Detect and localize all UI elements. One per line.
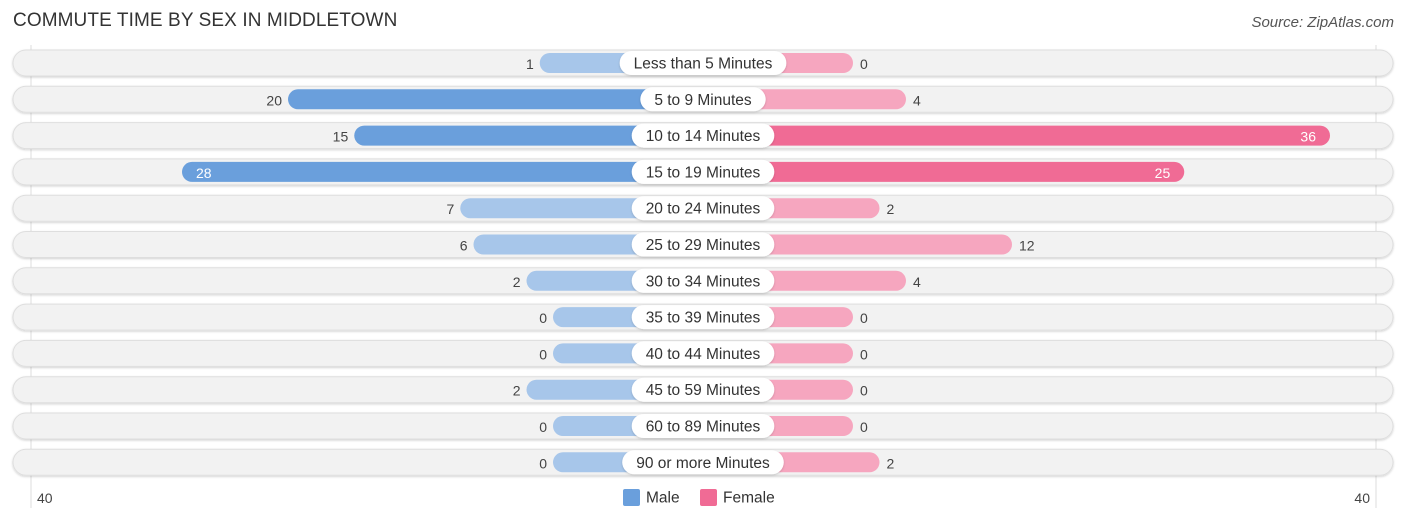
category-label: 25 to 29 Minutes	[646, 237, 761, 254]
row-11: 0 2 90 or more Minutes	[12, 448, 1394, 476]
female-value-label: 4	[913, 274, 921, 290]
male-value-label: 15	[333, 129, 349, 145]
category-label: 20 to 24 Minutes	[646, 201, 761, 218]
female-value-label: 0	[860, 310, 868, 326]
row-3: 28 25 15 to 19 Minutes	[12, 158, 1394, 186]
legend: Male Female	[623, 489, 775, 507]
row-9: 2 0 45 to 59 Minutes	[12, 376, 1394, 404]
category-label: 10 to 14 Minutes	[646, 128, 761, 145]
category-label: 40 to 44 Minutes	[646, 346, 761, 363]
row-10: 0 0 60 to 89 Minutes	[12, 412, 1394, 440]
category-label: Less than 5 Minutes	[634, 56, 773, 73]
row-5: 6 12 25 to 29 Minutes	[12, 231, 1394, 258]
female-value-label: 0	[860, 346, 868, 362]
row-4: 7 2 20 to 24 Minutes	[12, 194, 1394, 222]
female-value-label: 4	[913, 92, 921, 108]
male-value-label: 2	[513, 383, 521, 399]
male-value-label: 0	[539, 455, 547, 471]
female-bar[interactable]	[703, 125, 1330, 146]
legend-female-label: Female	[723, 490, 775, 507]
male-bar[interactable]	[182, 161, 703, 182]
category-label: 35 to 39 Minutes	[646, 310, 761, 327]
female-value-label: 2	[887, 201, 895, 217]
row-2: 15 36 10 to 14 Minutes	[12, 122, 1394, 150]
category-label: 45 to 59 Minutes	[646, 382, 761, 399]
female-bar[interactable]	[703, 161, 1185, 182]
male-value-label: 20	[266, 92, 282, 108]
row-7: 0 0 35 to 39 Minutes	[12, 303, 1394, 331]
category-label: 60 to 89 Minutes	[646, 419, 761, 436]
legend-male-label: Male	[646, 490, 680, 507]
female-value-label: 12	[1019, 238, 1035, 254]
male-value-label: 28	[196, 165, 212, 181]
male-value-label: 6	[460, 238, 468, 254]
category-label: 15 to 19 Minutes	[646, 164, 761, 181]
chart: 1 0Less than 5 Minutes20 45 to 9 Minutes15…	[12, 45, 1394, 508]
row-8: 0 0 40 to 44 Minutes	[12, 339, 1394, 367]
legend-female-swatch	[700, 489, 717, 506]
category-label: 30 to 34 Minutes	[646, 273, 761, 290]
category-label: 90 or more Minutes	[636, 455, 770, 472]
male-value-label: 0	[539, 346, 547, 362]
female-value-label: 0	[860, 383, 868, 399]
male-value-label: 7	[446, 201, 454, 217]
male-value-label: 1	[526, 56, 534, 72]
female-value-label: 0	[860, 419, 868, 435]
row-0: 1 0 Less than 5 Minutes	[12, 49, 1394, 77]
female-value-label: 36	[1300, 129, 1316, 145]
female-value-label: 0	[860, 56, 868, 72]
axis-label-right: 40	[1354, 490, 1370, 506]
row-6: 2 4 30 to 34 Minutes	[12, 267, 1394, 295]
male-value-label: 2	[513, 274, 521, 290]
category-label: 5 to 9 Minutes	[654, 92, 752, 109]
male-value-label: 0	[539, 419, 547, 435]
legend-male-swatch	[623, 489, 640, 506]
row-1: 20 4 5 to 9 Minutes	[12, 85, 1394, 113]
female-value-label: 25	[1155, 165, 1171, 181]
female-value-label: 2	[887, 455, 895, 471]
axis-label-left: 40	[37, 490, 53, 506]
male-value-label: 0	[539, 310, 547, 326]
